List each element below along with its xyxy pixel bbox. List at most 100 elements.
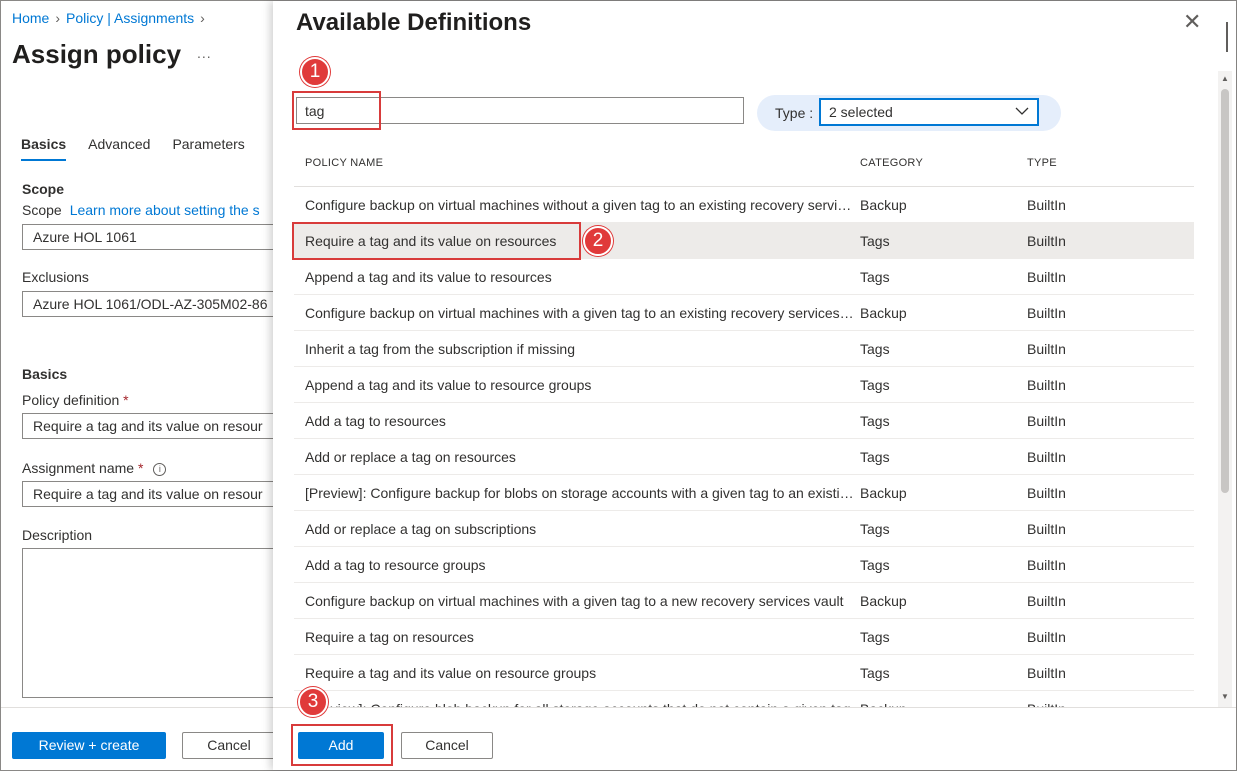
column-header-category[interactable]: CATEGORY	[860, 157, 923, 169]
required-mark: *	[137, 460, 144, 476]
more-options-icon[interactable]: ...	[197, 45, 212, 61]
type-filter-label: Type :	[775, 105, 814, 121]
table-row[interactable]: Require a tag on resources Tags BuiltIn	[294, 619, 1194, 655]
table-row[interactable]: Append a tag and its value to resource g…	[294, 367, 1194, 403]
description-label: Description	[22, 527, 93, 543]
panel-cancel-button[interactable]: Cancel	[401, 732, 493, 759]
table-row[interactable]: Inherit a tag from the subscription if m…	[294, 331, 1194, 367]
table-row[interactable]: Configure backup on virtual machines wit…	[294, 187, 1194, 223]
policy-definition-label: Policy definition *	[22, 392, 129, 408]
type-filter-value: 2 selected	[829, 104, 893, 120]
policy-name-cell: Append a tag and its value to resource g…	[305, 377, 592, 393]
table-row[interactable]: Configure backup on virtual machines wit…	[294, 583, 1194, 619]
definitions-list: Configure backup on virtual machines wit…	[273, 187, 1213, 707]
vertical-scrollbar[interactable]: ▲ ▼	[1218, 71, 1232, 707]
type-filter-dropdown[interactable]: 2 selected	[819, 98, 1039, 126]
basics-heading: Basics	[22, 366, 68, 382]
category-cell: Tags	[860, 377, 890, 393]
description-textarea[interactable]	[22, 548, 273, 698]
table-row[interactable]: Add or replace a tag on subscriptions Tag…	[294, 511, 1194, 547]
policy-name-cell: Require a tag and its value on resource …	[305, 665, 597, 681]
learn-more-link[interactable]: Learn more about setting the s	[70, 202, 260, 218]
tab-basics[interactable]: Basics	[21, 136, 67, 161]
policy-name-cell: Configure backup on virtual machines wit…	[305, 197, 855, 213]
policy-name-cell: Add a tag to resource groups	[305, 557, 486, 573]
callout-highlight-add	[291, 724, 393, 766]
scope-label: Scope Learn more about setting the s	[22, 202, 260, 218]
table-row[interactable]: Require a tag and its value on resource …	[294, 655, 1194, 691]
policy-name-cell: Require a tag on resources	[305, 629, 474, 645]
callout-highlight-row	[292, 222, 581, 260]
assign-policy-blade: Home › Policy | Assignments › Assign policy…	[1, 1, 273, 770]
category-cell: Backup	[860, 305, 907, 321]
column-header-type[interactable]: TYPE	[1027, 157, 1057, 169]
policy-name-cell: Configure backup on virtual machines wit…	[305, 593, 844, 609]
exclusions-field[interactable]: Azure HOL 1061/ODL-AZ-305M02-86	[22, 291, 273, 317]
type-cell: BuiltIn	[1027, 413, 1066, 429]
scope-field[interactable]: Azure HOL 1061	[22, 224, 273, 250]
breadcrumb-assignments[interactable]: Policy | Assignments	[66, 10, 194, 26]
category-cell: Tags	[860, 341, 890, 357]
assignment-name-label-text: Assignment name	[22, 460, 135, 476]
cancel-button[interactable]: Cancel	[182, 732, 273, 759]
close-icon[interactable]: ✕	[1183, 11, 1201, 33]
chevron-right-icon: ›	[200, 10, 205, 26]
table-row[interactable]: Configure backup on virtual machines wit…	[294, 295, 1194, 331]
window-edge	[1226, 22, 1228, 52]
type-cell: BuiltIn	[1027, 485, 1066, 501]
panel-title: Available Definitions	[296, 9, 532, 36]
callout-badge-1: 1	[300, 57, 330, 87]
type-cell: BuiltIn	[1027, 269, 1066, 285]
table-row[interactable]: Add a tag to resource groups Tags BuiltIn	[294, 547, 1194, 583]
type-cell: BuiltIn	[1027, 629, 1066, 645]
type-cell: BuiltIn	[1027, 593, 1066, 609]
type-cell: BuiltIn	[1027, 557, 1066, 573]
policy-definition-field[interactable]: Require a tag and its value on resour	[22, 413, 273, 439]
required-mark: *	[123, 392, 129, 408]
callout-badge-2: 2	[583, 226, 613, 256]
chevron-down-icon	[1015, 107, 1029, 115]
exclusions-label: Exclusions	[22, 269, 89, 285]
category-cell: Tags	[860, 449, 890, 465]
table-row[interactable]: [Preview]: Configure backup for blobs on…	[294, 475, 1194, 511]
category-cell: Tags	[860, 233, 890, 249]
category-cell: Backup	[860, 593, 907, 609]
type-cell: BuiltIn	[1027, 341, 1066, 357]
category-cell: Backup	[860, 197, 907, 213]
scroll-up-icon[interactable]: ▲	[1221, 75, 1229, 83]
column-header-policy-name[interactable]: POLICY NAME	[305, 157, 383, 169]
page-title: Assign policy	[12, 39, 182, 69]
type-cell: BuiltIn	[1027, 377, 1066, 393]
review-create-button[interactable]: Review + create	[12, 732, 166, 759]
policy-name-cell: Inherit a tag from the subscription if m…	[305, 341, 576, 357]
type-cell: BuiltIn	[1027, 665, 1066, 681]
policy-name-cell: [Preview]: Configure backup for blobs on…	[305, 485, 855, 501]
table-row[interactable]: [Preview]: Configure blob backup for all…	[294, 691, 1194, 707]
callout-badge-3: 3	[298, 687, 328, 717]
tab-strip: Basics Advanced Parameters	[21, 136, 267, 161]
tab-parameters[interactable]: Parameters	[172, 136, 244, 159]
type-filter-pill[interactable]: Type : 2 selected	[757, 95, 1061, 131]
scrollbar-thumb[interactable]	[1221, 89, 1229, 493]
definitions-rows: Configure backup on virtual machines wit…	[294, 187, 1194, 707]
callout-highlight-search	[292, 91, 381, 130]
breadcrumb-home[interactable]: Home	[12, 10, 49, 26]
scope-heading: Scope	[22, 181, 65, 197]
type-cell: BuiltIn	[1027, 233, 1066, 249]
category-cell: Backup	[860, 485, 907, 501]
table-row[interactable]: Add a tag to resources Tags BuiltIn	[294, 403, 1194, 439]
chevron-right-icon: ›	[55, 10, 61, 26]
policy-name-cell: Configure backup on virtual machines wit…	[305, 305, 855, 321]
assignment-name-field[interactable]: Require a tag and its value on resour	[22, 481, 273, 507]
scroll-down-icon[interactable]: ▼	[1221, 693, 1229, 701]
footer-divider	[1, 707, 273, 708]
tab-advanced[interactable]: Advanced	[88, 136, 150, 159]
panel-footer-divider	[273, 707, 1236, 708]
policy-name-cell: Add a tag to resources	[305, 413, 446, 429]
category-cell: Tags	[860, 269, 890, 285]
table-row[interactable]: Append a tag and its value to resources T…	[294, 259, 1194, 295]
policy-name-cell: Append a tag and its value to resources	[305, 269, 552, 285]
info-icon[interactable]: i	[153, 463, 167, 476]
table-row[interactable]: Add or replace a tag on resources Tags Bui…	[294, 439, 1194, 475]
category-cell: Tags	[860, 665, 890, 681]
